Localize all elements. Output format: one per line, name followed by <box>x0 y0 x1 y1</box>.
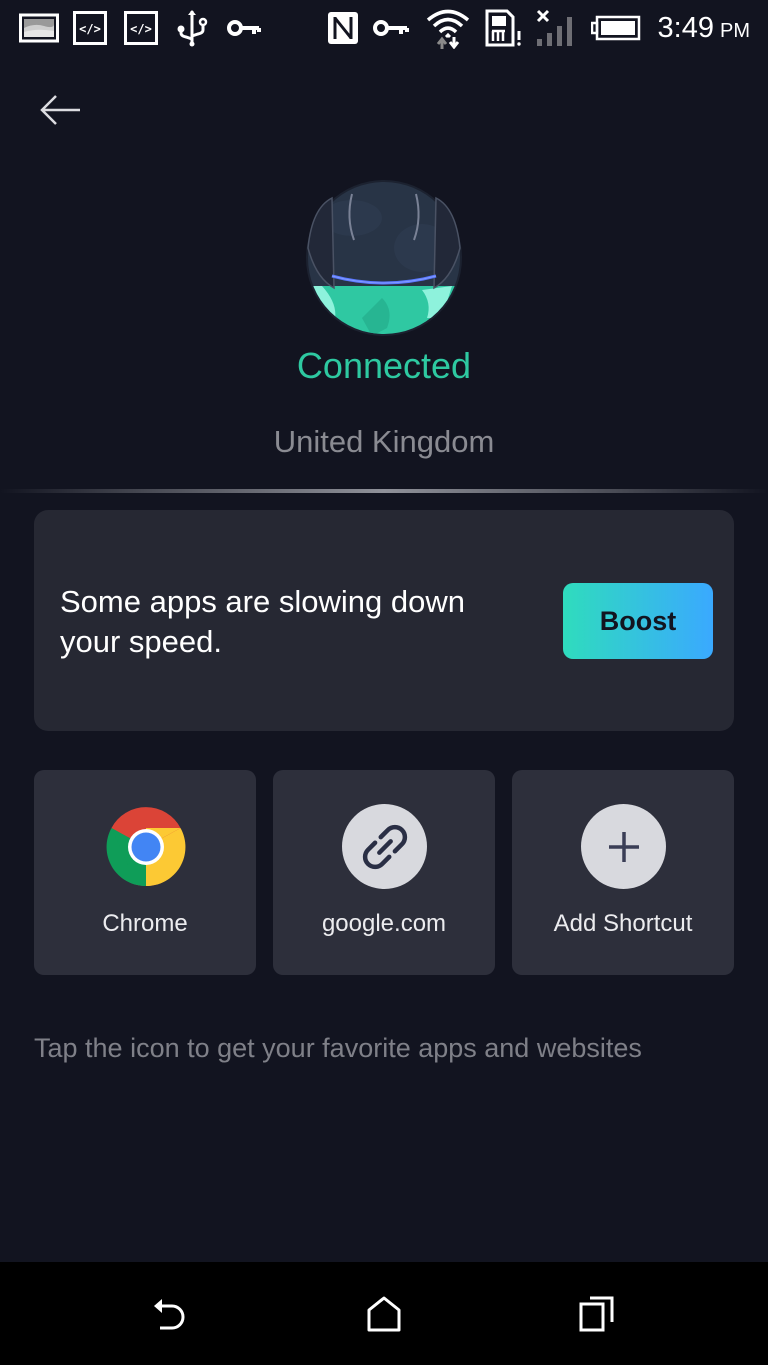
wifi-icon <box>424 9 472 49</box>
link-icon <box>342 804 427 889</box>
clock-time: 3:49 <box>657 12 714 44</box>
code-notification-icon: </> <box>72 10 108 46</box>
shortcut-label: Chrome <box>102 910 188 937</box>
home-icon <box>366 1296 402 1337</box>
system-nav-bar <box>0 1262 768 1365</box>
back-icon <box>150 1294 190 1339</box>
status-bar: </> </> 3:49 PM <box>0 0 768 56</box>
divider <box>0 489 768 493</box>
shortcut-label: google.com <box>321 910 447 937</box>
plus-icon <box>581 804 666 889</box>
boost-card: Some apps are slowing down your speed. B… <box>34 510 734 731</box>
shortcuts-hint: Tap the icon to get your favorite apps a… <box>34 1033 642 1063</box>
clock: 3:49 PM <box>658 10 750 46</box>
sim-alert-icon <box>484 9 524 47</box>
boost-message: Some apps are slowing down your speed. <box>60 584 465 659</box>
chrome-icon <box>103 804 188 889</box>
arrow-left-icon <box>38 92 82 133</box>
shortcut-add[interactable]: Add Shortcut <box>512 770 734 975</box>
svg-text:</>: </> <box>79 22 101 36</box>
clock-ampm: PM <box>720 20 750 42</box>
shortcut-google-com[interactable]: google.com <box>273 770 495 975</box>
battery-full-icon <box>590 10 642 46</box>
nav-back-button[interactable] <box>140 1288 200 1344</box>
vpn-globe-illustration <box>302 178 466 336</box>
connection-status: Connected <box>296 345 472 386</box>
vpn-key-icon <box>226 10 262 46</box>
signal-no-service-icon <box>536 9 578 46</box>
shortcut-chrome[interactable]: Chrome <box>34 770 256 975</box>
nfc-icon <box>326 10 360 46</box>
connection-location[interactable]: United Kingdom <box>0 422 768 462</box>
nav-recents-button[interactable] <box>567 1288 627 1344</box>
back-button[interactable] <box>34 92 86 132</box>
code-notification-icon: </> <box>123 10 159 46</box>
image-notification-icon <box>18 10 60 46</box>
svg-text:</>: </> <box>130 22 152 36</box>
boost-button[interactable]: Boost <box>563 583 713 659</box>
nav-home-button[interactable] <box>354 1288 414 1344</box>
vpn-key-icon <box>372 10 410 46</box>
shortcut-label: Add Shortcut <box>553 910 693 937</box>
recents-icon <box>578 1295 616 1338</box>
usb-icon <box>174 10 210 47</box>
